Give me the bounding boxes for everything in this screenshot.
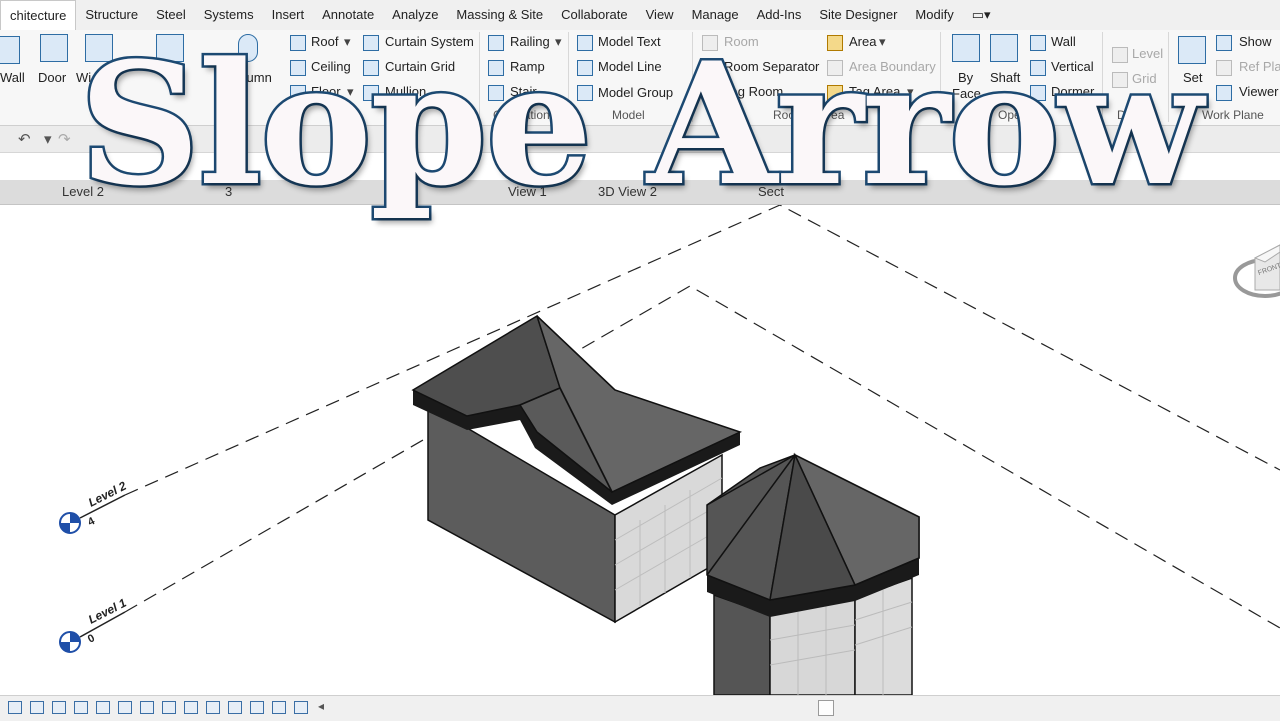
level-1-elevation[interactable]: 0 xyxy=(86,632,97,645)
building-hip-roof[interactable] xyxy=(411,314,743,624)
crop-region-icon[interactable] xyxy=(162,701,176,714)
building-conical-roof[interactable] xyxy=(706,452,920,695)
collapse-icon[interactable]: ◂ xyxy=(318,699,324,713)
detail-level-icon[interactable] xyxy=(30,701,44,714)
crop-icon[interactable] xyxy=(140,701,154,714)
render-icon[interactable] xyxy=(118,701,132,714)
level-2-elevation[interactable]: 4 xyxy=(86,515,98,529)
shadows-icon[interactable] xyxy=(96,701,110,714)
drawing-canvas[interactable]: FRONT Level 2 4 Level 1 0 xyxy=(0,205,1280,695)
viewcube-icon[interactable]: FRONT xyxy=(1233,244,1280,298)
level-2-name[interactable]: Level 2 xyxy=(86,479,129,510)
thumbnail-title: Slope Arrow xyxy=(76,25,1205,223)
constraints-icon[interactable] xyxy=(294,701,308,714)
analysis-display-icon[interactable] xyxy=(272,701,286,714)
reveal-hidden-icon[interactable] xyxy=(228,701,242,714)
view-control-bar: ◂ xyxy=(0,695,1280,721)
temporary-hide-icon[interactable] xyxy=(206,701,220,714)
horizontal-scrollbar-thumb[interactable] xyxy=(818,700,834,716)
unlock-icon[interactable] xyxy=(184,701,198,714)
sun-path-icon[interactable] xyxy=(74,701,88,714)
menu-tab-chitecture[interactable]: chitecture xyxy=(0,0,77,30)
scale-icon[interactable] xyxy=(8,701,22,714)
visual-style-icon[interactable] xyxy=(52,701,66,714)
worksharing-icon[interactable] xyxy=(250,701,264,714)
